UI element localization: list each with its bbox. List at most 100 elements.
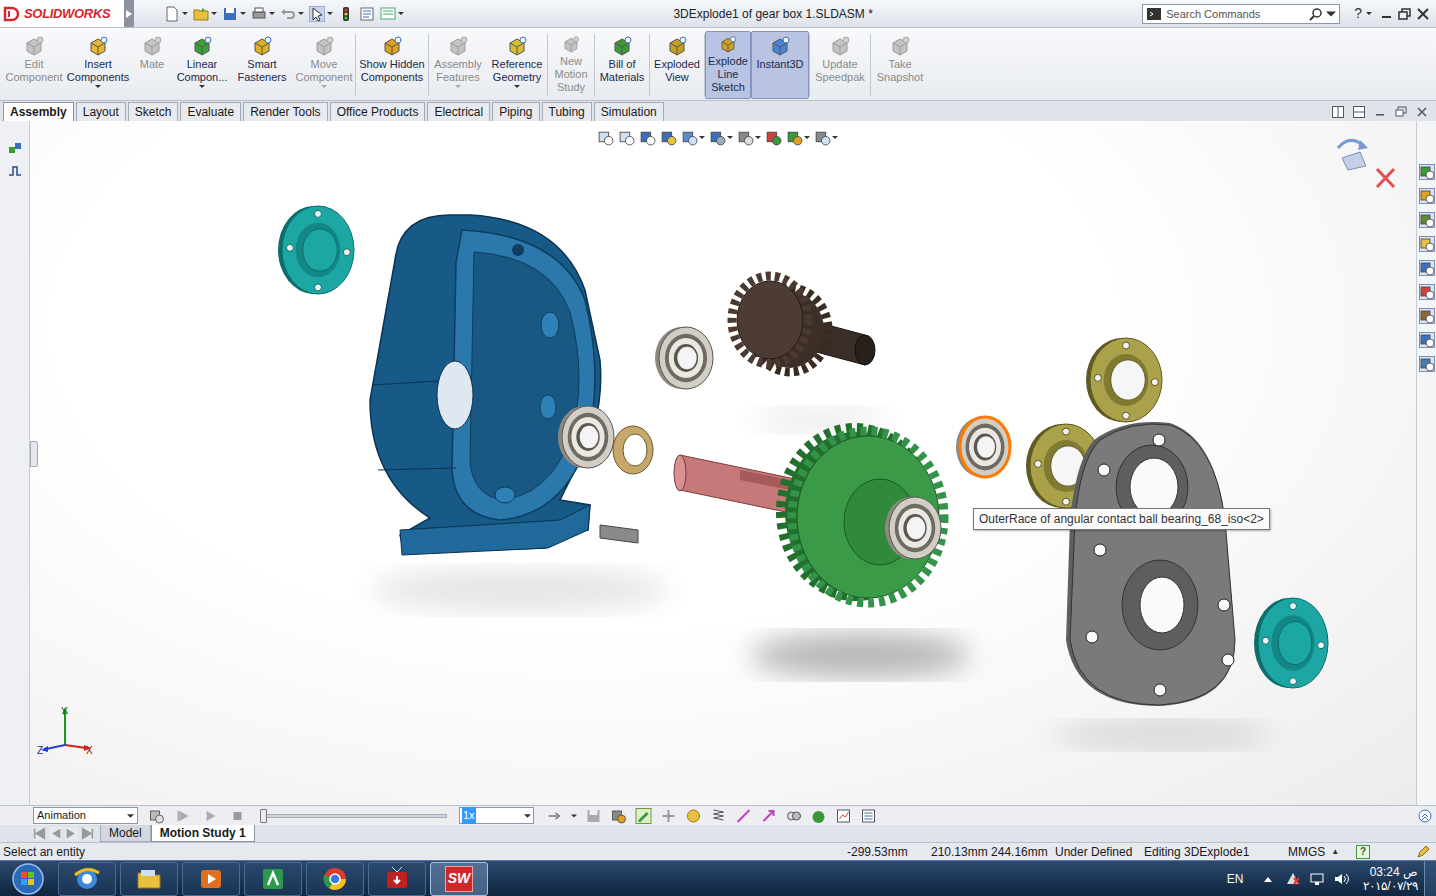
quick-access-button[interactable] [359,6,375,22]
tab-scroll-icon[interactable] [81,827,94,840]
taskbar-app[interactable] [306,862,364,896]
network-icon[interactable] [1309,871,1325,887]
search-icon[interactable] [1309,7,1323,21]
save-animation-icon[interactable] [585,808,602,824]
task-pane-icon[interactable] [1419,163,1435,181]
quick-access-button[interactable] [309,6,333,22]
properties-icon[interactable] [860,808,877,824]
heads-up-button[interactable] [597,129,614,146]
search-input[interactable] [1162,5,1309,23]
help-button[interactable]: ? [1354,3,1362,24]
heads-up-button[interactable] [660,129,677,146]
command-button[interactable]: Move Component [293,31,355,99]
play-from-start-icon[interactable] [175,808,192,824]
autokey-icon[interactable] [635,808,652,824]
clock[interactable]: 03:24 ص۲۰۱۵/۰۷/۲۹ [1363,865,1418,893]
dropdown-arrow-icon[interactable] [455,85,461,88]
command-tab[interactable]: Office Products [330,102,426,121]
task-pane-icon[interactable] [1419,187,1435,205]
dropdown-arrow-icon[interactable] [571,814,577,818]
results-icon[interactable] [835,808,852,824]
action-center-icon[interactable] [1285,871,1301,887]
taskbar-app[interactable] [58,862,116,896]
command-button[interactable]: Mate [131,31,173,99]
pencil-icon[interactable] [1416,845,1430,859]
step-icon[interactable] [7,163,23,179]
spring-icon[interactable] [710,808,727,824]
dropdown-arrow-icon[interactable] [321,85,327,88]
tab-scroll-icon[interactable] [65,827,78,840]
panel-splitter[interactable] [30,441,38,467]
command-button[interactable]: Instant3D [751,31,809,99]
heads-up-button[interactable] [639,129,656,146]
quick-access-button[interactable] [251,6,275,22]
command-button[interactable]: Smart Fasteners [231,31,293,99]
motor-icon[interactable] [685,808,702,824]
command-button[interactable]: Linear Compon... [173,31,231,99]
quick-access-button[interactable] [280,6,304,22]
command-button[interactable]: Explode Line Sketch [705,31,751,99]
taskbar-app[interactable]: SW [430,862,488,896]
dropdown-arrow-icon[interactable] [95,85,101,88]
windows-start-icon[interactable] [4,861,44,896]
play-icon[interactable] [202,808,219,824]
taskbar-app[interactable] [368,862,426,896]
command-tab[interactable]: Piping [492,102,539,121]
calculate-icon[interactable] [148,808,165,824]
task-pane-icon[interactable] [1419,259,1435,277]
study-type-select[interactable]: Animation [33,807,138,824]
restore-icon[interactable] [1395,106,1407,118]
gravity-icon[interactable] [810,808,827,824]
quick-access-button[interactable] [164,6,188,22]
command-button[interactable]: New Motion Study [548,31,594,99]
collapse-button[interactable] [1418,809,1432,823]
study-tab[interactable]: Model [100,825,151,842]
taskbar-app[interactable] [182,862,240,896]
task-pane-icon[interactable] [1419,331,1435,349]
close-icon[interactable] [1416,8,1430,20]
command-tab[interactable]: Layout [76,102,126,121]
contact-icon[interactable] [785,808,802,824]
tab-scroll-icon[interactable] [33,827,46,840]
command-tab[interactable]: Render Tools [243,102,328,121]
heads-up-button[interactable] [709,129,733,146]
show-desktop-button[interactable] [1424,861,1436,896]
command-button[interactable]: Show Hidden Components [356,31,428,99]
command-button[interactable]: Insert Components [65,31,131,99]
task-pane-icon[interactable] [1419,307,1435,325]
unit-system[interactable]: MMGS▲ [1288,843,1356,861]
animation-wizard-icon[interactable] [610,808,627,824]
minimize-icon[interactable] [1380,8,1394,20]
command-tab[interactable]: Simulation [594,102,664,121]
command-button[interactable]: Bill of Materials [595,31,649,99]
timeline-thumb[interactable] [260,809,267,823]
task-pane-icon[interactable] [1419,211,1435,229]
playback-speed-select[interactable]: 1x [459,807,534,824]
quick-access-button[interactable] [338,6,354,22]
task-pane-icon[interactable] [1419,283,1435,301]
heads-up-button[interactable] [814,129,838,146]
heads-up-button[interactable] [765,129,782,146]
damper-icon[interactable] [735,808,752,824]
command-tab[interactable]: Tubing [542,102,592,121]
volume-icon[interactable] [1333,871,1351,887]
stop-icon[interactable] [229,808,246,824]
graphics-area[interactable]: OuterRace of angular contact ball bearin… [30,121,1416,805]
show-hidden-icons-icon[interactable] [1263,875,1273,883]
heads-up-button[interactable] [737,129,761,146]
force-icon[interactable] [760,808,777,824]
exploded-assembly-view[interactable] [30,121,1416,805]
menu-flyout[interactable] [124,0,134,27]
command-tab[interactable]: Assembly [3,102,74,121]
command-button[interactable]: Edit Component [3,31,65,99]
quick-access-button[interactable] [222,6,246,22]
confirmation-corner[interactable] [1338,140,1394,187]
command-button[interactable]: Exploded View [650,31,704,99]
restore-icon[interactable] [1398,8,1412,20]
command-tab[interactable]: Sketch [128,102,179,121]
status-help-button[interactable]: ? [1356,845,1370,859]
taskbar-app[interactable] [244,862,302,896]
quick-access-button[interactable] [380,6,404,22]
split-view-icon[interactable] [1332,106,1344,118]
study-tab[interactable]: Motion Study 1 [151,825,255,842]
